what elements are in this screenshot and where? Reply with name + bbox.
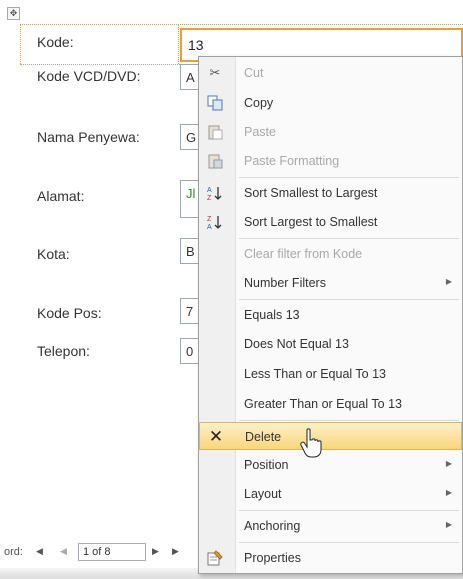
field-label-telepon: Telepon: — [37, 343, 90, 359]
menu-item-sort-ascending[interactable]: AZ Sort Smallest to Largest — [199, 179, 462, 207]
menu-item-paste-formatting[interactable]: Paste Formatting — [199, 147, 462, 175]
last-record-icon[interactable]: ▶ — [172, 546, 179, 557]
layout-guide-line — [20, 64, 180, 65]
menu-item-clear-filter[interactable]: Clear filter from Kode — [199, 240, 462, 268]
delete-x-icon: ✕ — [208, 427, 224, 446]
menu-item-equals[interactable]: Equals 13 — [199, 301, 462, 329]
menu-item-less-than-or-equal[interactable]: Less Than or Equal To 13 — [199, 360, 462, 388]
sort-descending-icon: ZA — [207, 214, 223, 231]
paste-formatting-icon — [207, 153, 223, 169]
kode-vcd-dvd-field[interactable]: A — [180, 64, 200, 90]
svg-text:A: A — [207, 224, 212, 230]
alamat-field[interactable]: Jl — [180, 180, 200, 218]
field-label-kota: Kota: — [37, 246, 70, 262]
kota-field[interactable]: B — [180, 238, 200, 264]
sort-ascending-icon: AZ — [207, 185, 223, 202]
svg-text:Z: Z — [207, 195, 212, 201]
layout-guide-line — [20, 24, 463, 25]
field-label-nama-penyewa: Nama Penyewa: — [37, 129, 140, 145]
menu-separator — [239, 299, 459, 300]
nama-penyewa-field[interactable]: G — [180, 124, 200, 150]
record-position-input[interactable]: 1 of 8 — [78, 543, 146, 561]
menu-item-position[interactable]: Position ▶ — [199, 451, 462, 479]
menu-item-greater-than-or-equal[interactable]: Greater Than or Equal To 13 — [199, 390, 462, 418]
first-record-icon[interactable]: ◀ — [36, 546, 43, 557]
record-label: ord: — [4, 546, 23, 558]
layout-guide-line — [20, 24, 21, 64]
menu-separator — [239, 177, 459, 178]
menu-item-cut[interactable]: ✂ Cut — [199, 59, 462, 87]
copy-icon — [207, 95, 223, 111]
submenu-arrow-icon: ▶ — [445, 488, 452, 497]
field-label-kode-pos: Kode Pos: — [37, 305, 102, 321]
menu-separator — [239, 510, 459, 511]
previous-record-icon[interactable]: ◀ — [60, 546, 67, 557]
record-navigator: ord: ◀ ◀ 1 of 8 ▶ ▶ — [0, 540, 210, 564]
svg-text:Z: Z — [207, 216, 212, 223]
menu-separator — [239, 238, 459, 239]
menu-item-paste[interactable]: Paste — [199, 118, 462, 146]
menu-item-layout[interactable]: Layout ▶ — [199, 480, 462, 508]
context-menu: ✂ Cut Copy Paste Paste Formatting AZ Sor… — [198, 56, 463, 574]
submenu-arrow-icon: ▶ — [445, 520, 452, 529]
next-record-icon[interactable]: ▶ — [152, 546, 159, 557]
menu-separator — [239, 542, 459, 543]
properties-icon — [207, 550, 223, 566]
svg-text:A: A — [207, 187, 212, 194]
menu-item-anchoring[interactable]: Anchoring ▶ — [199, 512, 462, 540]
menu-item-copy[interactable]: Copy — [199, 89, 462, 117]
kode-pos-field[interactable]: 7 — [180, 298, 200, 324]
submenu-arrow-icon: ▶ — [445, 459, 452, 468]
scissors-icon: ✂ — [209, 65, 221, 80]
menu-item-sort-descending[interactable]: ZA Sort Largest to Smallest — [199, 208, 462, 236]
menu-separator — [239, 420, 459, 421]
field-label-kode-vcd-dvd: Kode VCD/DVD: — [37, 68, 141, 84]
menu-item-properties[interactable]: Properties — [199, 544, 462, 572]
telepon-field[interactable]: 0 — [180, 338, 200, 364]
layout-guide-line — [178, 24, 179, 64]
menu-item-does-not-equal[interactable]: Does Not Equal 13 — [199, 330, 462, 358]
paste-icon — [207, 124, 223, 140]
field-label-alamat: Alamat: — [37, 188, 85, 204]
menu-item-delete[interactable]: ✕ Delete — [199, 422, 462, 450]
move-handle-icon[interactable]: ✥ — [7, 7, 20, 20]
menu-item-number-filters[interactable]: Number Filters ▶ — [199, 269, 462, 297]
hand-cursor-icon — [300, 428, 322, 458]
submenu-arrow-icon: ▶ — [445, 277, 452, 286]
field-label-kode: Kode: — [37, 34, 74, 50]
